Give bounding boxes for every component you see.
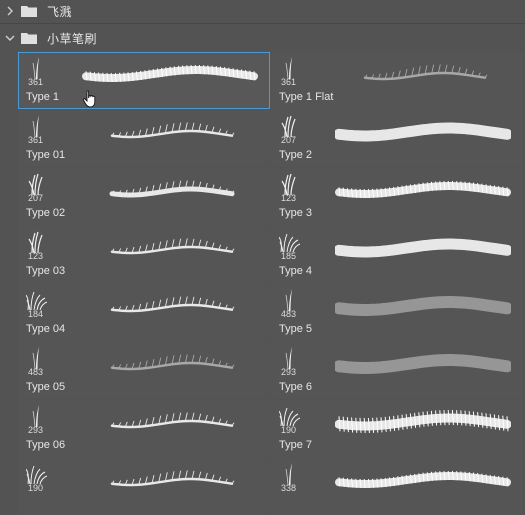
brush-stroke-preview — [82, 58, 258, 90]
brush-stroke-preview — [333, 116, 513, 148]
brush-name: Type 1 — [26, 91, 60, 103]
brush-name: Type 4 — [279, 265, 313, 277]
brush-stroke-preview — [333, 348, 513, 380]
group-label: 飞溅 — [47, 4, 73, 19]
brush-preset-item[interactable]: 207 Type 02 — [18, 168, 270, 225]
brush-preset-grid: 361 Type 1 361 Type 1 Flat 361 Type 01 207 Type… — [18, 52, 523, 515]
brush-name: Type 5 — [279, 323, 313, 335]
brush-size: 293 — [281, 367, 297, 377]
brush-stroke-preview — [333, 290, 513, 322]
group-row-splatter[interactable]: 飞溅 — [0, 0, 525, 22]
brush-preset-item[interactable]: 293 Type 6 — [271, 342, 523, 399]
brush-preset-item[interactable]: 190 Type 7 — [271, 400, 523, 457]
brush-stroke-preview — [82, 116, 258, 148]
brush-preset-item[interactable]: 207 Type 2 — [271, 110, 523, 167]
brush-preset-item[interactable]: 185 Type 4 — [271, 226, 523, 283]
brush-preset-item[interactable]: 123 Type 03 — [18, 226, 270, 283]
brush-name: Type 05 — [26, 381, 66, 393]
brush-size: 207 — [281, 135, 297, 145]
brush-name: Type 6 — [279, 381, 313, 393]
brush-stroke-preview — [335, 174, 511, 206]
hand-cursor-icon — [82, 90, 96, 108]
brush-size: 190 — [28, 483, 44, 493]
brush-stroke-preview — [335, 58, 511, 90]
brush-stroke-preview — [333, 232, 513, 264]
brush-size: 361 — [281, 77, 297, 87]
brush-size: 123 — [281, 193, 297, 203]
brush-name: Type 01 — [26, 149, 66, 161]
brush-stroke-preview — [82, 174, 258, 206]
brush-name: Type 3 — [279, 207, 313, 219]
brush-preset-item[interactable]: 483 Type 5 — [271, 284, 523, 341]
brush-preset-item[interactable]: 483 Type 05 — [18, 342, 270, 399]
brush-preset-item[interactable]: 361 Type 01 — [18, 110, 270, 167]
brush-size: 338 — [281, 483, 297, 493]
brush-preset-item[interactable]: 361 Type 1 Flat — [271, 52, 523, 109]
brush-name: Type 7 — [279, 439, 313, 451]
brush-preset-item[interactable]: 361 Type 1 — [18, 52, 270, 109]
brush-name: Type 04 — [26, 323, 66, 335]
folder-icon — [21, 6, 37, 17]
brush-preset-item[interactable]: 293 Type 06 — [18, 400, 270, 457]
brush-stroke-preview — [82, 464, 258, 496]
brush-size: 184 — [28, 309, 44, 319]
brush-size: 483 — [281, 309, 297, 319]
group-label: 小草笔刷 — [47, 31, 98, 46]
brush-size: 361 — [28, 77, 44, 87]
brush-size: 123 — [28, 251, 44, 261]
group-row-grass-brushes[interactable]: 小草笔刷 — [0, 27, 525, 49]
brush-size: 361 — [28, 135, 44, 145]
brush-stroke-preview — [82, 406, 258, 438]
brush-size: 293 — [28, 425, 44, 435]
brush-name: Type 2 — [279, 149, 313, 161]
brush-name: Type 1 Flat — [279, 91, 334, 103]
brush-stroke-preview — [334, 406, 512, 438]
divider — [0, 23, 525, 24]
brush-stroke-preview — [82, 348, 258, 380]
chevron-right-icon[interactable] — [3, 4, 17, 18]
brush-stroke-preview — [335, 464, 511, 496]
brush-name: Type 02 — [26, 207, 66, 219]
brush-size: 190 — [281, 425, 297, 435]
chevron-down-icon[interactable] — [3, 31, 17, 45]
brush-size: 185 — [281, 251, 297, 261]
brush-name: Type 06 — [26, 439, 66, 451]
brush-size: 483 — [28, 367, 44, 377]
brush-name: Type 03 — [26, 265, 66, 277]
brush-stroke-preview — [82, 232, 258, 264]
brush-stroke-preview — [82, 290, 258, 322]
brush-preset-item[interactable]: 123 Type 3 — [271, 168, 523, 225]
folder-icon — [21, 33, 37, 44]
brush-size: 207 — [28, 193, 44, 203]
brush-preset-item[interactable]: 184 Type 04 — [18, 284, 270, 341]
